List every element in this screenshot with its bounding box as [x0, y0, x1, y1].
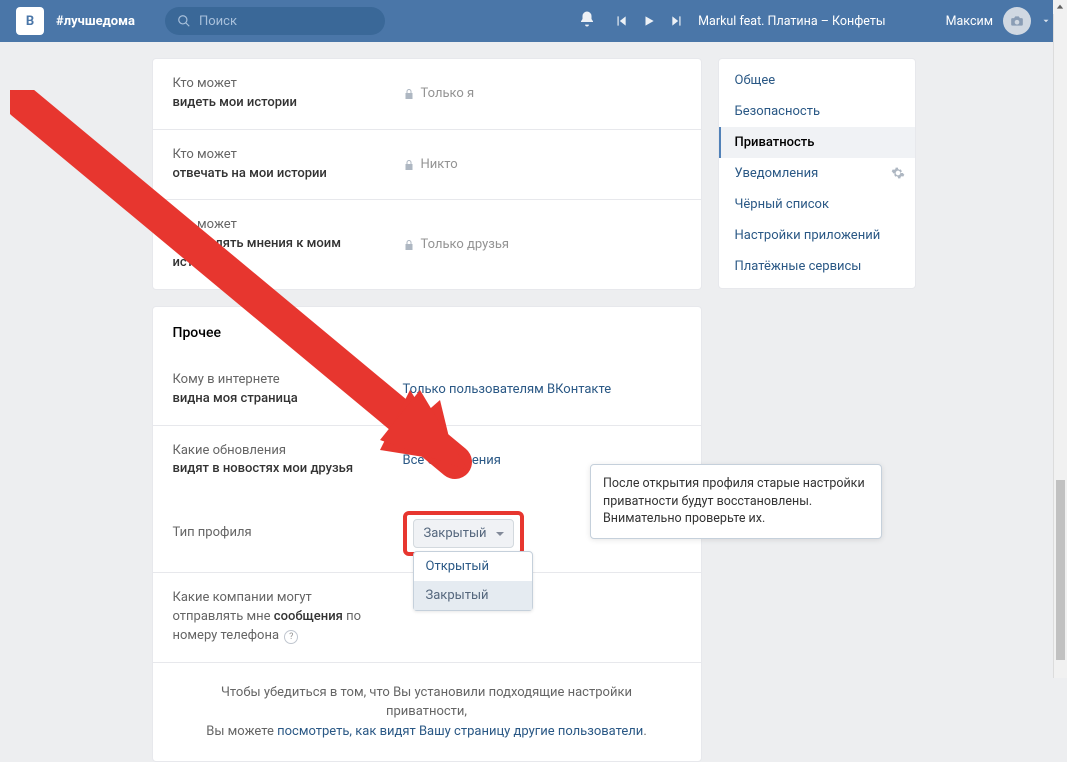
scroll-up-button[interactable] [1053, 0, 1067, 14]
setting-label: Кому в интернетевидна моя страница [173, 371, 403, 409]
notifications-bell-icon[interactable] [578, 10, 596, 32]
sidebar-item[interactable]: Уведомления [719, 158, 915, 189]
dropdown-option-closed[interactable]: Закрытый [414, 581, 532, 610]
setting-value: Только друзья [403, 237, 681, 252]
topbar: B #лучшедома Поиск Markul feat. Платина … [0, 0, 1067, 42]
setting-label: Тип профиля [173, 524, 403, 543]
camera-icon [1010, 14, 1024, 28]
help-icon[interactable]: ? [284, 630, 298, 644]
lock-icon [403, 159, 415, 171]
sidebar-item[interactable]: Платёжные сервисы [719, 251, 915, 282]
search-icon [177, 14, 191, 28]
page-scrollbar[interactable] [1053, 0, 1067, 678]
setting-label: Какие обновлениявидят в новостях мои дру… [173, 442, 403, 480]
dropdown-button[interactable]: Закрытый [413, 519, 514, 548]
setting-label: Кто можетотправлять мнения к моим истори… [173, 216, 403, 273]
preview-profile-link[interactable]: посмотреть, как видят Вашу страницу друг… [277, 724, 643, 739]
dropdown-option-open[interactable]: Открытый [414, 552, 532, 581]
vk-logo[interactable]: B [16, 7, 44, 35]
scroll-thumb[interactable] [1056, 480, 1065, 660]
search-placeholder: Поиск [199, 14, 237, 29]
sidebar-item[interactable]: Настройки приложений [719, 220, 915, 251]
sidebar-item[interactable]: Приватность [719, 127, 915, 158]
settings-sidebar: ОбщееБезопасностьПриватностьУведомленияЧ… [718, 58, 916, 289]
search-input[interactable]: Поиск [165, 7, 385, 35]
profile-type-dropdown[interactable]: Закрытый Открытый Закрытый [413, 519, 514, 548]
player-controls [614, 14, 684, 28]
gear-icon[interactable] [891, 166, 905, 184]
section-title: Прочее [153, 307, 701, 355]
setting-row[interactable]: Кто можетотвечать на мои историиНикто [153, 130, 701, 201]
setting-value: Только я [403, 86, 681, 101]
setting-value: Только пользователям ВКонтакте [403, 382, 681, 397]
user-name: Максим [946, 14, 993, 29]
annotation-highlight-box: Закрытый Открытый Закрытый [403, 511, 524, 556]
lock-icon [403, 88, 415, 100]
hashtag[interactable]: #лучшедома [56, 14, 135, 29]
sidebar-item[interactable]: Общее [719, 65, 915, 96]
setting-row[interactable]: Кто можетотправлять мнения к моим истори… [153, 200, 701, 289]
privacy-card-1: Кто можетвидеть мои историиТолько яКто м… [152, 58, 702, 290]
now-playing-title[interactable]: Markul feat. Платина – Конфеты [698, 14, 885, 29]
setting-value: Никто [403, 157, 681, 172]
sidebar-item[interactable]: Безопасность [719, 96, 915, 127]
play-icon[interactable] [642, 14, 656, 28]
setting-label: Кто можетвидеть мои истории [173, 75, 403, 113]
dropdown-menu: Открытый Закрытый [413, 551, 533, 611]
next-track-icon[interactable] [670, 14, 684, 28]
sidebar-item[interactable]: Чёрный список [719, 189, 915, 220]
setting-label: Какие компании могут отправлять мне сооб… [173, 589, 403, 646]
setting-label: Кто можетотвечать на мои истории [173, 146, 403, 184]
setting-row[interactable]: Кому в интернетевидна моя страницаТолько… [153, 355, 701, 426]
avatar [1003, 7, 1031, 35]
chevron-down-icon [1041, 16, 1051, 26]
setting-row[interactable]: Кто можетвидеть мои историиТолько я [153, 59, 701, 130]
profile-restore-tooltip: После открытия профиля старые настройки … [590, 464, 882, 539]
prev-track-icon[interactable] [614, 14, 628, 28]
user-menu[interactable]: Максим [946, 7, 1051, 35]
lock-icon [403, 239, 415, 251]
